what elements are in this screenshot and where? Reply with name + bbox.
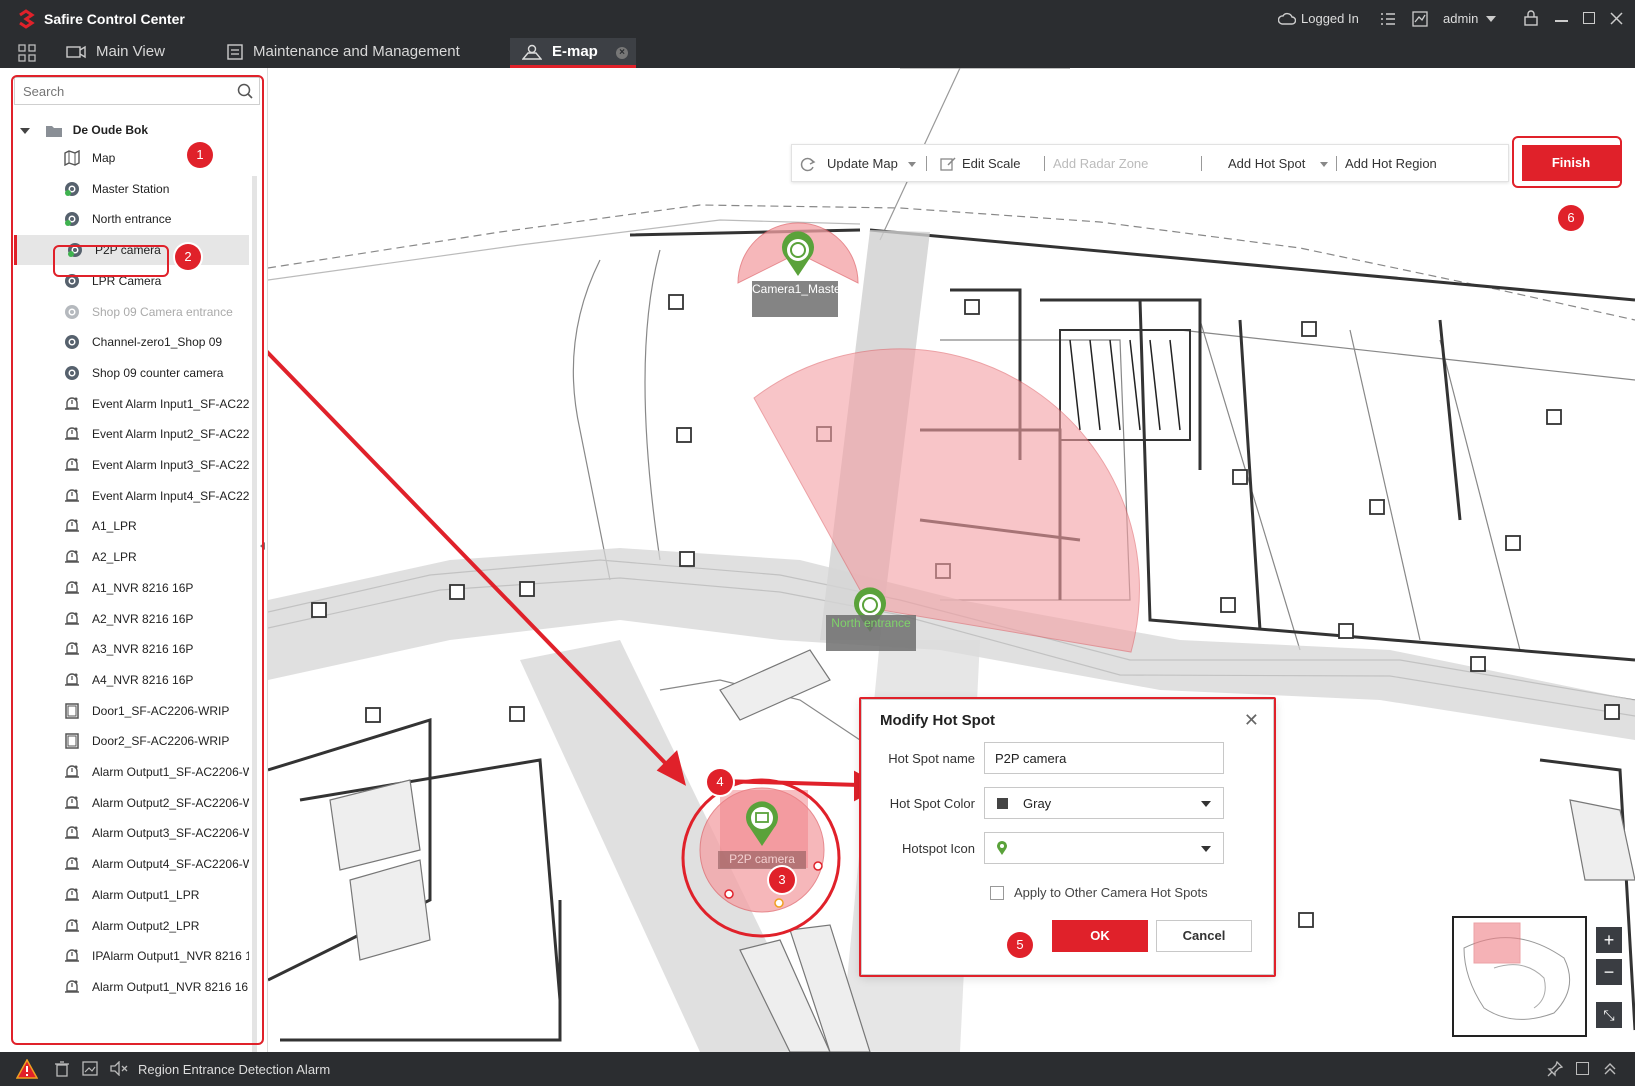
- fit-view-icon[interactable]: ⤡: [1596, 1002, 1622, 1028]
- zoom-in-button[interactable]: +: [1596, 927, 1622, 953]
- annotation-box-2: [53, 245, 169, 277]
- minimap-viewport[interactable]: [1473, 922, 1521, 964]
- annotation-badge-3: 3: [769, 867, 795, 893]
- annotation-badge-2: 2: [175, 244, 201, 270]
- app-logo-icon: [19, 9, 35, 29]
- maximize-icon[interactable]: [1583, 12, 1595, 24]
- status-alarm-text[interactable]: Region Entrance Detection Alarm: [138, 1062, 330, 1077]
- monitor-icon[interactable]: [1412, 11, 1428, 27]
- close-icon[interactable]: [1610, 12, 1623, 25]
- list-icon[interactable]: [1381, 12, 1395, 26]
- mute-icon[interactable]: [110, 1061, 128, 1076]
- annotation-box-dialog: [859, 697, 1276, 977]
- tab-e-map[interactable]: E-map ×: [510, 38, 636, 68]
- minimize-icon[interactable]: [1555, 20, 1568, 22]
- edit-scale-button[interactable]: Edit Scale: [962, 156, 1021, 171]
- maximize-icon[interactable]: [1576, 1062, 1589, 1075]
- resize-handle[interactable]: [724, 889, 734, 899]
- maintenance-icon: [227, 44, 243, 60]
- image-icon[interactable]: [82, 1061, 98, 1076]
- zoom-out-button[interactable]: −: [1596, 959, 1622, 985]
- rotate-handle[interactable]: [813, 861, 823, 871]
- minimap-preview: [1463, 922, 1571, 1020]
- status-bar: Region Entrance Detection Alarm: [0, 1052, 1635, 1086]
- chevron-down-icon[interactable]: [908, 162, 916, 167]
- map-toolbar: Update Map Edit Scale Add Radar Zone Add…: [791, 144, 1509, 182]
- hotspot-label-north-entrance: North entrance: [826, 615, 916, 651]
- chevron-up-icon[interactable]: [1604, 1063, 1616, 1075]
- app-title: Safire Control Center: [44, 11, 185, 27]
- annotation-badge-6: 6: [1558, 205, 1584, 231]
- tab-main-view[interactable]: Main View: [66, 38, 165, 68]
- camera-pin-icon[interactable]: [781, 231, 814, 276]
- user-menu[interactable]: admin: [1443, 11, 1478, 26]
- update-map-button[interactable]: Update Map: [827, 156, 898, 171]
- annotation-box-1: [11, 75, 264, 1045]
- add-hot-spot-button[interactable]: Add Hot Spot: [1228, 156, 1305, 171]
- trash-icon[interactable]: [55, 1061, 69, 1077]
- hotspot-label-p2p: P2P camera: [718, 851, 806, 869]
- hotspot-label-camera1: Camera1_Master: [752, 281, 845, 317]
- annotation-badge-1: 1: [187, 142, 213, 168]
- chevron-down-icon[interactable]: [1320, 162, 1328, 167]
- annotation-badge-5: 5: [1007, 932, 1033, 958]
- chevron-down-icon[interactable]: [1486, 16, 1496, 22]
- add-hot-region-button[interactable]: Add Hot Region: [1345, 156, 1437, 171]
- refresh-icon: [800, 157, 816, 172]
- cloud-icon: [1278, 12, 1296, 25]
- tab-bar: Main View Maintenance and Management E-m…: [0, 38, 1635, 68]
- direction-handle[interactable]: [774, 898, 784, 908]
- pin-icon[interactable]: [1547, 1061, 1563, 1077]
- title-bar: Safire Control Center Logged In admin: [0, 0, 1635, 38]
- add-radar-zone-button[interactable]: Add Radar Zone: [1053, 156, 1148, 171]
- warning-icon[interactable]: [16, 1059, 38, 1079]
- annotation-badge-4: 4: [707, 769, 733, 795]
- login-status[interactable]: Logged In: [1301, 11, 1359, 26]
- tab-close-icon[interactable]: ×: [616, 47, 628, 59]
- e-map-icon: [521, 44, 543, 60]
- minimap[interactable]: [1452, 916, 1587, 1037]
- grid-menu-icon[interactable]: [18, 44, 36, 62]
- tab-maintenance[interactable]: Maintenance and Management: [227, 38, 460, 68]
- video-icon: [66, 45, 86, 59]
- annotation-box-6: [1512, 136, 1622, 188]
- edit-icon: [940, 157, 956, 171]
- lock-icon[interactable]: [1524, 10, 1538, 26]
